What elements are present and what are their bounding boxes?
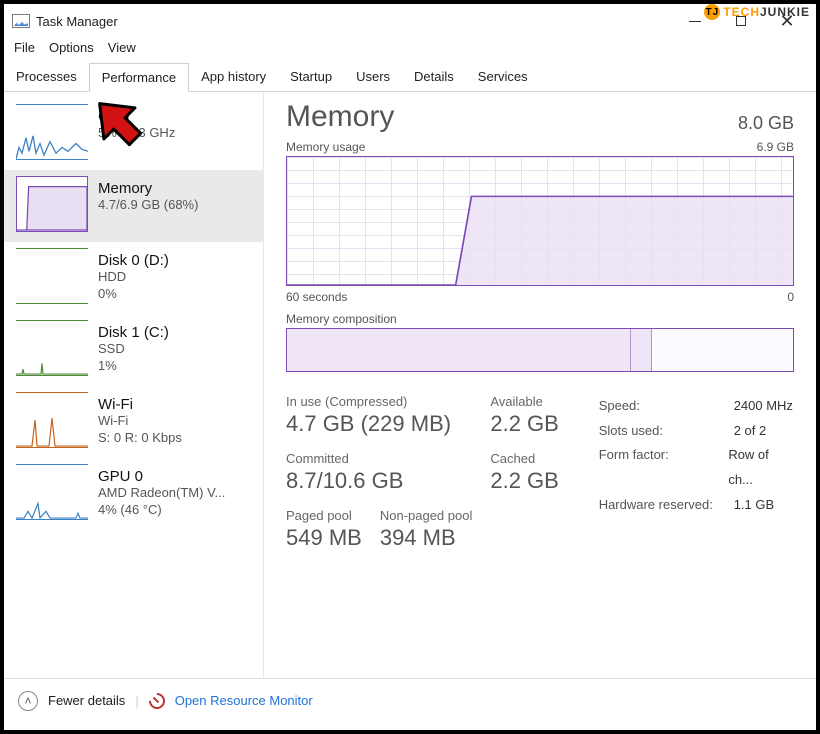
chart-ymax: 6.9 GB [757,140,794,154]
sidebar-memory-sub: 4.7/6.9 GB (68%) [98,197,198,214]
task-manager-icon [12,14,30,28]
tab-startup[interactable]: Startup [278,62,344,91]
in-use-value: 4.7 GB (229 MB) [286,411,472,437]
fewer-details-link[interactable]: Fewer details [48,693,125,708]
tab-app-history[interactable]: App history [189,62,278,91]
gpu-mini-chart [16,464,88,520]
sidebar-item-memory[interactable]: Memory 4.7/6.9 GB (68%) [4,170,263,242]
sidebar-disk1-title: Disk 1 (C:) [98,324,169,341]
title-bar: Task Manager ✕ [4,4,816,38]
memory-usage-chart[interactable] [286,156,794,286]
tab-details[interactable]: Details [402,62,466,91]
nonpaged-value: 394 MB [380,525,473,551]
cached-value: 2.2 GB [490,468,576,494]
resource-monitor-icon [145,689,168,712]
paged-value: 549 MB [286,525,362,551]
memory-detail-panel: Memory 8.0 GB Memory usage 6.9 GB 60 sec… [264,92,816,678]
sidebar-disk0-sub1: HDD [98,269,169,286]
chart-xright: 0 [787,290,794,304]
page-title: Memory [286,100,394,134]
committed-label: Committed [286,451,472,466]
watermark-icon: TJ [704,4,720,20]
window-title: Task Manager [36,14,118,29]
cpu-mini-chart [16,104,88,160]
committed-value: 8.7/10.6 GB [286,468,472,494]
menu-view[interactable]: View [108,40,136,60]
sidebar-gpu-sub1: AMD Radeon(TM) V... [98,485,225,502]
tabs: Processes Performance App history Startu… [4,62,816,92]
sidebar-item-disk0[interactable]: Disk 0 (D:) HDD 0% [4,242,263,314]
sidebar-wifi-sub1: Wi-Fi [98,413,182,430]
watermark: TJ TECHJUNKIE [704,4,810,20]
sidebar-memory-title: Memory [98,180,198,197]
paged-label: Paged pool [286,508,362,523]
annotation-arrow-icon [90,94,146,150]
sidebar-disk0-sub2: 0% [98,286,169,303]
sidebar-wifi-title: Wi-Fi [98,396,182,413]
memory-composition-bar[interactable] [286,328,794,372]
sidebar-wifi-sub2: S: 0 R: 0 Kbps [98,430,182,447]
memory-spec-table: Speed:2400 MHz Slots used:2 of 2 Form fa… [599,394,794,565]
chart-title: Memory usage [286,140,365,154]
chart-xleft: 60 seconds [286,290,347,304]
wifi-mini-chart [16,392,88,448]
sidebar-disk1-sub2: 1% [98,358,169,375]
in-use-label: In use (Compressed) [286,394,472,409]
sidebar-item-disk1[interactable]: Disk 1 (C:) SSD 1% [4,314,263,386]
menu-bar: File Options View [4,38,816,62]
available-value: 2.2 GB [490,411,576,437]
disk0-mini-chart [16,248,88,304]
menu-options[interactable]: Options [49,40,94,60]
memory-stats: In use (Compressed) 4.7 GB (229 MB) Comm… [286,394,794,565]
sidebar-disk1-sub1: SSD [98,341,169,358]
tab-services[interactable]: Services [466,62,540,91]
nonpaged-label: Non-paged pool [380,508,473,523]
disk1-mini-chart [16,320,88,376]
tab-performance[interactable]: Performance [89,63,189,92]
menu-file[interactable]: File [14,40,35,60]
open-resource-monitor-link[interactable]: Open Resource Monitor [175,693,313,708]
available-label: Available [490,394,576,409]
memory-mini-chart [16,176,88,232]
tab-processes[interactable]: Processes [4,62,89,91]
composition-label: Memory composition [286,312,397,326]
sidebar-gpu-title: GPU 0 [98,468,225,485]
sidebar-item-gpu[interactable]: GPU 0 AMD Radeon(TM) V... 4% (46 °C) [4,458,263,530]
window-footer: ˄ Fewer details | Open Resource Monitor [4,678,816,722]
memory-total: 8.0 GB [738,113,794,134]
tab-users[interactable]: Users [344,62,402,91]
performance-sidebar: CPU 5% 1.43 GHz Memory 4.7/6.9 GB (68%) … [4,92,264,678]
sidebar-gpu-sub2: 4% (46 °C) [98,502,225,519]
chevron-up-icon[interactable]: ˄ [18,691,38,711]
cached-label: Cached [490,451,576,466]
sidebar-item-wifi[interactable]: Wi-Fi Wi-Fi S: 0 R: 0 Kbps [4,386,263,458]
sidebar-disk0-title: Disk 0 (D:) [98,252,169,269]
